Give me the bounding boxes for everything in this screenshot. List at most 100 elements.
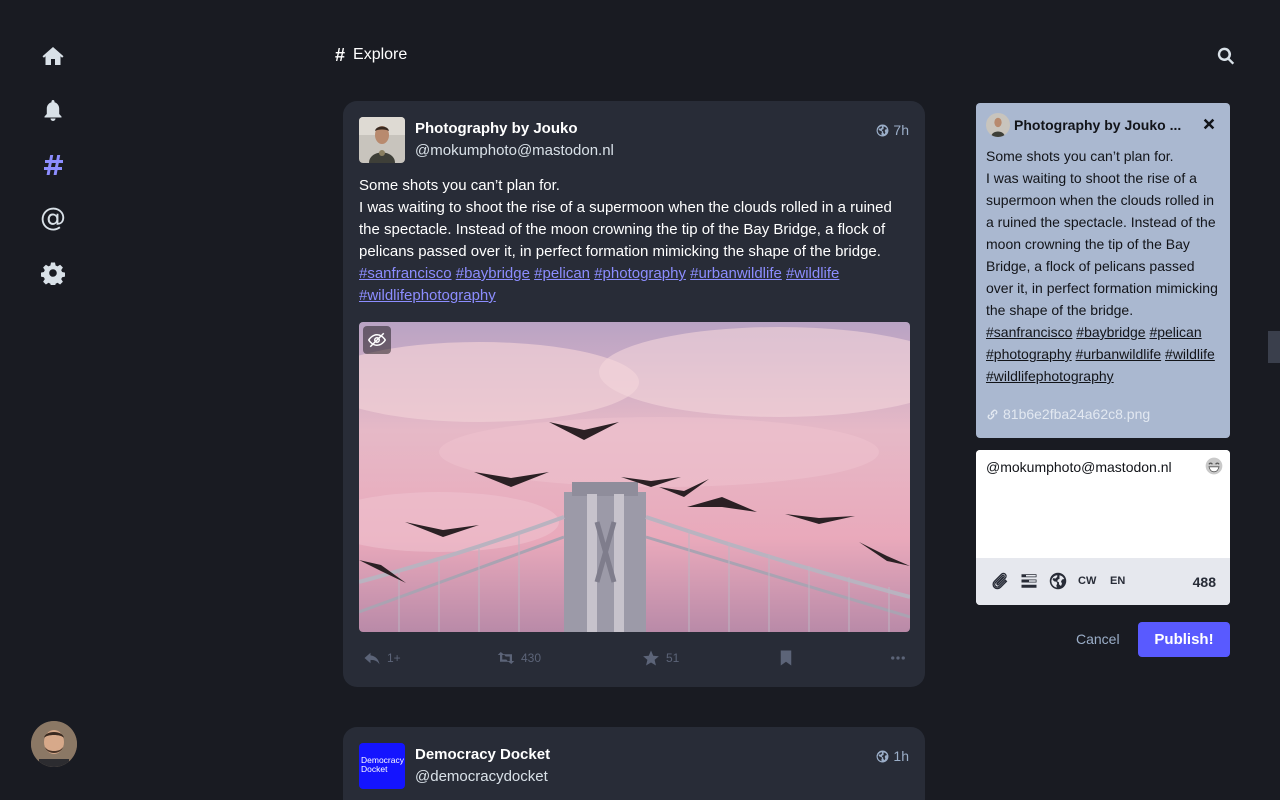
hashtag-link[interactable]: #photography [986,346,1072,362]
globe-icon [1049,572,1067,590]
bell-icon [44,100,62,121]
hashtag-icon: # [335,44,346,65]
nav-notifications[interactable] [40,97,66,123]
search-icon [1217,47,1235,65]
user-avatar[interactable] [31,721,77,767]
search-button[interactable] [1216,46,1238,68]
post-avatar[interactable] [359,117,405,163]
at-icon: @ [40,203,66,233]
avatar-image [986,113,1010,137]
hashtag-link[interactable]: #wildlife [1165,346,1215,362]
nav-explore[interactable] [40,152,66,178]
hashtag-link[interactable]: #baybridge [1076,324,1145,340]
eye-slash-icon [368,332,386,348]
retweet-icon [497,652,515,664]
post-content: Some shots you can’t plan for. I was wai… [359,175,915,307]
post-text-line: Some shots you can’t plan for. [359,177,560,194]
pelicans-bridge-photo [359,322,910,632]
hashtag-link[interactable]: #urbanwildlife [690,265,782,282]
close-icon [1203,118,1215,130]
link-icon [987,409,998,419]
hashtag-link[interactable]: #wildlifephotography [359,287,496,304]
post-time-text: 1h [893,748,909,764]
hashtag-link[interactable]: #wildlife [786,265,839,282]
quote-author-name: Photography by Jouko ... [1014,117,1182,133]
avatar-image [359,117,405,163]
hashtag-link[interactable]: #urbanwildlife [1076,346,1162,362]
reply-quote-panel: Photography by Jouko ... Some shots you … [976,103,1230,438]
compose-textarea[interactable]: @mokumphoto@mastodon.nl [976,450,1230,558]
reply-button[interactable]: 1+ [363,649,401,667]
favourite-count: 51 [666,651,680,665]
compose-form: @mokumphoto@mastodon.nl CW EN 488 [976,450,1230,605]
democracy-docket-logo: Democracy Docket [359,743,405,789]
language-button[interactable]: EN [1110,575,1125,587]
emoji-picker-button[interactable] [1204,456,1224,476]
hashtag-link[interactable]: #sanfrancisco [359,265,452,282]
favourite-button[interactable]: 51 [642,649,679,667]
nav-settings[interactable] [40,260,66,286]
quote-text-line: Some shots you can’t plan for. [986,148,1174,164]
page-title: # Explore [335,44,407,66]
ellipsis-icon [891,656,905,660]
publish-button[interactable]: Publish! [1138,622,1230,657]
status-card: Photography by Jouko @mokumphoto@mastodo… [343,101,925,687]
page-title-text: Explore [353,46,408,63]
post-author-handle[interactable]: @mokumphoto@mastodon.nl [415,142,614,159]
post-media-image[interactable] [359,322,910,632]
hashtag-icon [44,155,63,175]
quote-text-paragraph: I was waiting to shoot the rise of a sup… [986,170,1218,318]
nav-mentions[interactable]: @ [40,205,66,231]
quote-attachment[interactable]: 81b6e2fba24a62c8.png [986,406,1150,422]
hashtag-link[interactable]: #pelican [534,265,590,282]
hide-media-button[interactable] [363,326,391,354]
quote-content: Some shots you can’t plan for. I was wai… [986,145,1222,387]
scrollbar-thumb[interactable] [1268,331,1280,363]
hashtag-link[interactable]: #wildlifephotography [986,368,1114,384]
attach-media-button[interactable] [991,572,1009,590]
reply-icon [364,652,380,665]
post-author-handle[interactable]: @democracydocket [415,768,548,785]
post-timestamp[interactable]: 7h [876,122,909,138]
post-author-name[interactable]: Democracy Docket [415,746,550,763]
character-counter: 488 [1192,574,1216,590]
visibility-button[interactable] [1049,572,1067,590]
hashtag-link[interactable]: #photography [594,265,686,282]
quote-avatar [986,113,1010,137]
globe-icon [876,750,889,762]
compose-toolbar: CW EN 488 [976,558,1230,605]
post-text-paragraph: I was waiting to shoot the rise of a sup… [359,199,892,260]
add-poll-button[interactable] [1020,572,1038,590]
globe-icon [876,124,889,136]
star-icon [643,650,659,666]
reply-count: 1+ [387,651,401,665]
hashtag-link[interactable]: #sanfrancisco [986,324,1072,340]
hashtag-link[interactable]: #baybridge [456,265,530,282]
post-time-text: 7h [893,122,909,138]
paperclip-icon [992,572,1008,590]
content-warning-button[interactable]: CW [1078,575,1096,587]
cancel-reply-button[interactable] [1202,117,1216,131]
gear-icon [41,262,65,285]
poll-icon [1021,574,1037,588]
bookmark-icon [780,650,792,666]
boost-count: 430 [521,651,542,665]
boost-button[interactable]: 430 [497,649,541,667]
cancel-button[interactable]: Cancel [1076,631,1120,647]
more-button[interactable] [889,649,907,667]
post-hashtags: #sanfrancisco #baybridge #pelican #photo… [359,263,915,307]
post-author-name[interactable]: Photography by Jouko [415,120,578,137]
post-avatar[interactable]: Democracy Docket [359,743,405,789]
attachment-filename: 81b6e2fba24a62c8.png [1003,406,1151,422]
status-card: Democracy Docket Democracy Docket @democ… [343,727,925,800]
post-timestamp[interactable]: 1h [876,748,909,764]
sidebar-nav: @ [0,0,106,800]
post-actions-bar: 1+ 430 51 [359,649,910,671]
home-icon [42,47,64,65]
avatar-image [31,721,77,767]
nav-home[interactable] [40,43,66,69]
bookmark-button[interactable] [777,649,795,667]
emoji-icon [1205,457,1223,475]
quote-hashtags: #sanfrancisco #baybridge #pelican #photo… [986,321,1222,387]
hashtag-link[interactable]: #pelican [1149,324,1201,340]
